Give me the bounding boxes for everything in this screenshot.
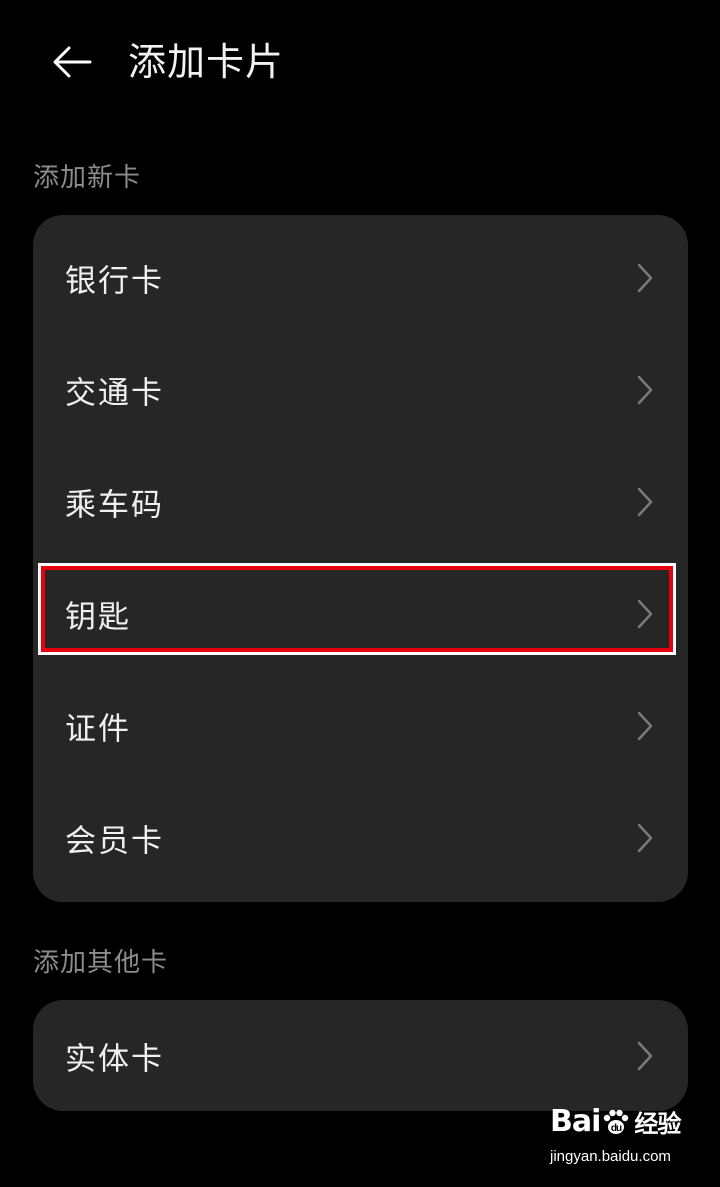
- list-item-label: 交通卡: [65, 375, 164, 412]
- chevron-right-icon: [637, 263, 653, 293]
- highlight-box: [38, 563, 676, 655]
- list-item-transit-card[interactable]: 交通卡: [33, 334, 688, 446]
- back-button[interactable]: [40, 34, 104, 90]
- baidu-jingyan-watermark: Bai du 经验 jingyan.baidu.com: [550, 1104, 690, 1174]
- section-label-add-new: 添加新卡: [33, 163, 142, 193]
- arrow-left-icon: [53, 46, 92, 78]
- list-item-label: 会员卡: [65, 823, 164, 860]
- list-item-bank-card[interactable]: 银行卡: [33, 222, 688, 334]
- paw-icon: du: [604, 1109, 629, 1134]
- add-new-card-list: 银行卡 交通卡 乘车码 钥匙 证件 会员卡: [33, 215, 688, 902]
- list-item-ride-code[interactable]: 乘车码: [33, 446, 688, 558]
- chevron-right-icon: [637, 375, 653, 405]
- chevron-right-icon: [637, 823, 653, 853]
- watermark-url: jingyan.baidu.com: [550, 1148, 671, 1165]
- section-label-add-other: 添加其他卡: [33, 948, 169, 978]
- list-item-label: 证件: [65, 711, 131, 748]
- svg-text:du: du: [611, 1123, 622, 1134]
- list-item-label: 实体卡: [65, 1041, 164, 1077]
- list-item-membership-card[interactable]: 会员卡: [33, 782, 688, 894]
- list-item-id-document[interactable]: 证件: [33, 670, 688, 782]
- chevron-right-icon: [637, 487, 653, 517]
- top-app-bar: 添加卡片: [0, 0, 720, 124]
- list-item-label: 银行卡: [65, 263, 164, 300]
- chevron-right-icon: [637, 711, 653, 741]
- chevron-right-icon: [637, 1041, 653, 1070]
- list-item-label: 钥匙: [65, 599, 131, 636]
- watermark-logo-cn: 经验: [634, 1110, 681, 1138]
- watermark-logo: Bai du 经验: [550, 1104, 681, 1139]
- list-item-physical-card[interactable]: 实体卡: [33, 1000, 688, 1111]
- list-item-key[interactable]: 钥匙: [33, 558, 688, 670]
- list-item-label: 乘车码: [65, 487, 164, 524]
- page-title: 添加卡片: [128, 40, 285, 84]
- chevron-right-icon: [637, 599, 653, 629]
- watermark-logo-text: Bai: [550, 1104, 601, 1139]
- add-other-card-list: 实体卡: [33, 1000, 688, 1111]
